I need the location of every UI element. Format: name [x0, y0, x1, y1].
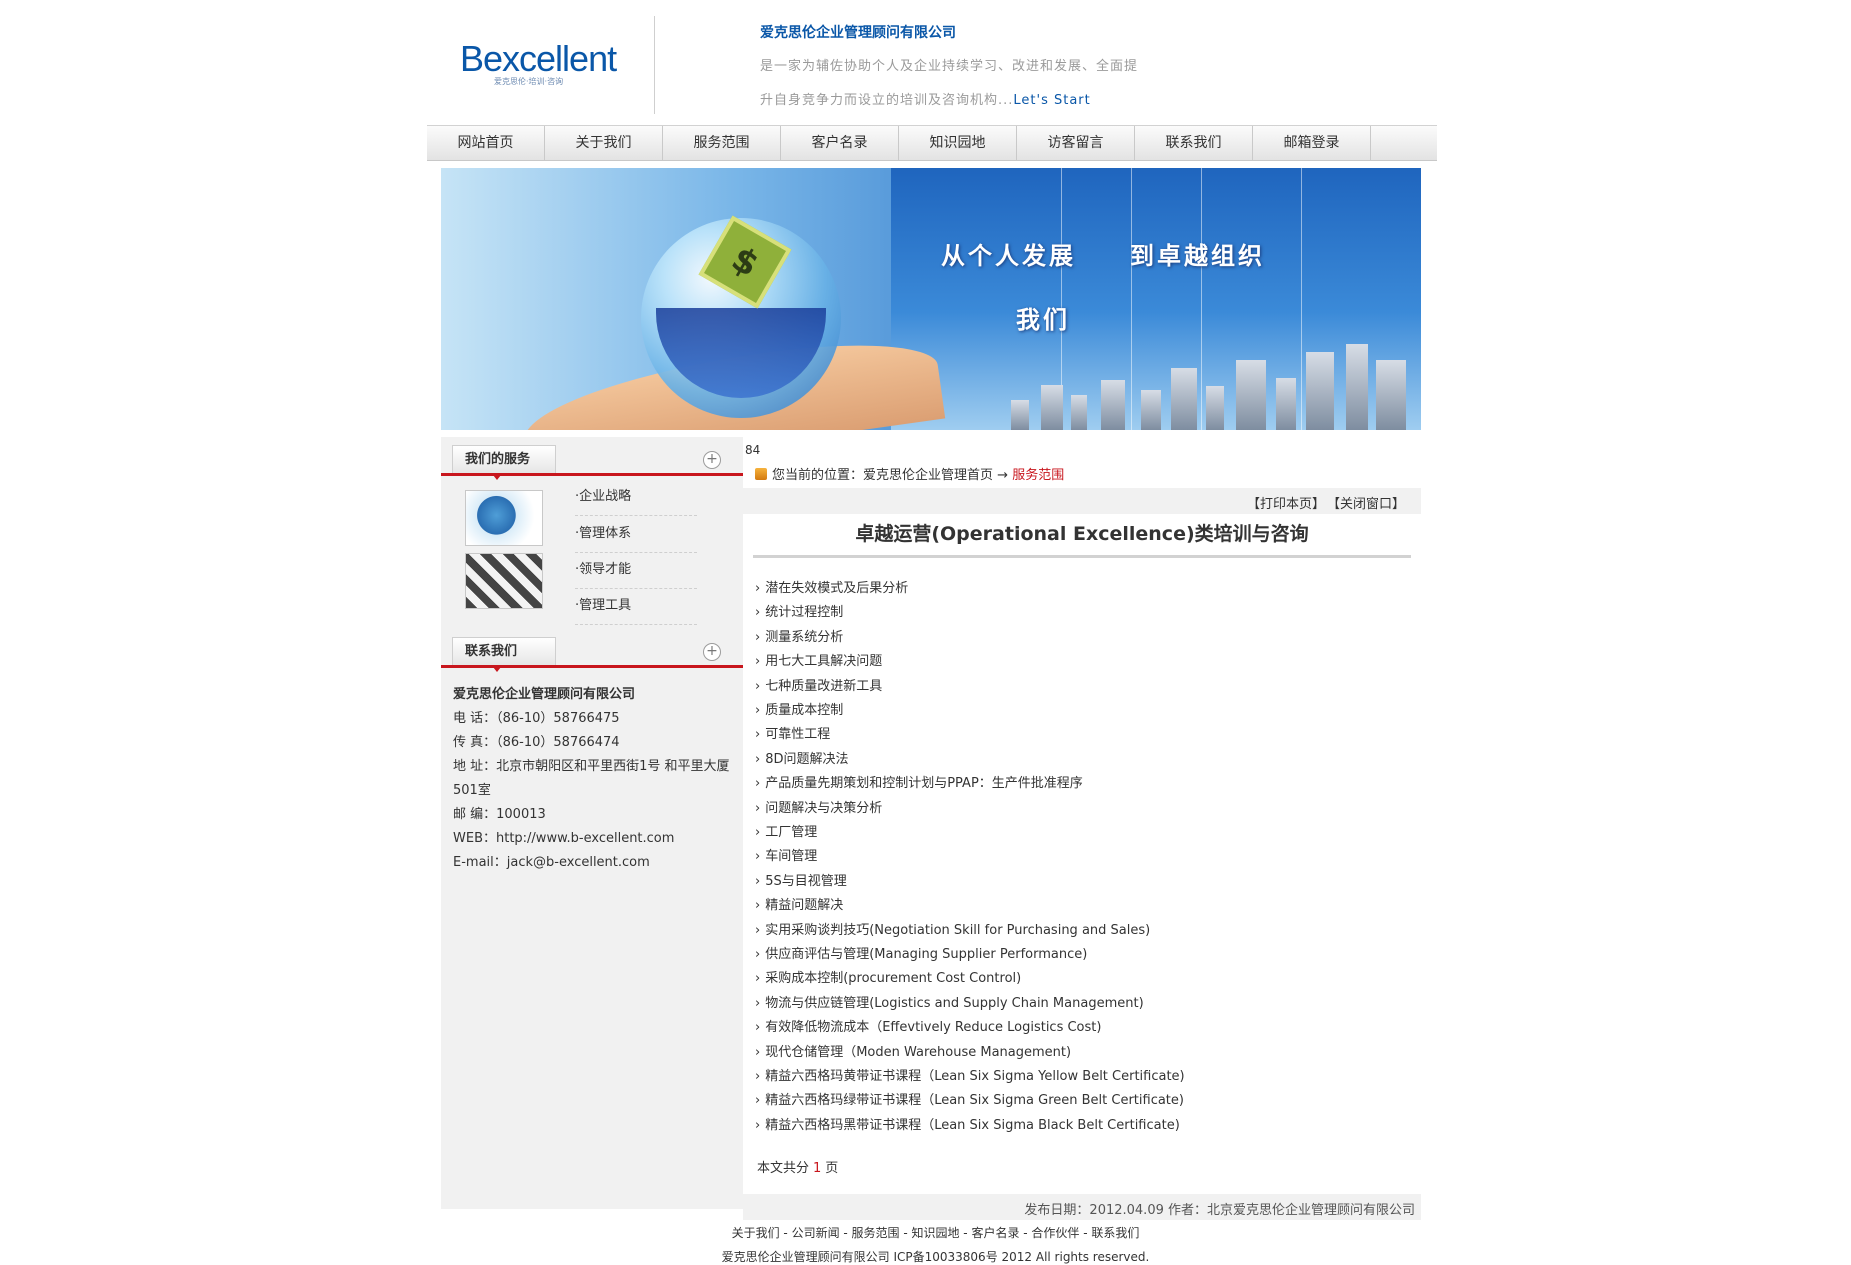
nav-item-guestbook[interactable]: 访客留言: [1017, 126, 1135, 160]
course-list-item[interactable]: 8D问题解决法: [755, 748, 848, 767]
course-list-item[interactable]: 产品质量先期策划和控制计划与PPAP：生产件批准程序: [755, 772, 1083, 791]
course-list-item[interactable]: 统计过程控制: [755, 601, 843, 620]
sidebar: 我们的服务 + ·企业战略 ·管理体系 ·领导才能 ·管理工具 联系我们 + 爱…: [441, 437, 743, 1209]
contact-phone: 电 话：（86-10）58766475: [453, 711, 620, 726]
services-section-title: 我们的服务: [452, 445, 556, 480]
contact-company: 爱克思伦企业管理顾问有限公司: [453, 687, 636, 702]
lets-start-text: Let's Start: [1013, 93, 1091, 108]
contact-fax: 传 真：（86-10）58766474: [453, 735, 620, 750]
banner: $ 从个人发展 到卓越组织 我们: [441, 168, 1421, 430]
header-company-name: 爱克思伦企业管理顾问有限公司: [760, 25, 956, 41]
course-list-item[interactable]: 测量系统分析: [755, 626, 843, 645]
publish-info: 发布日期：2012.04.09 作者：北京爱克思伦企业管理顾问有限公司: [1024, 1203, 1415, 1218]
view-counter: 84: [745, 443, 761, 457]
breadcrumb-home[interactable]: 您当前的位置：爱克思伦企业管理首页: [772, 468, 993, 483]
services-expand-icon[interactable]: +: [703, 451, 721, 469]
globe-thumbnail: [465, 490, 543, 546]
course-list-item[interactable]: 现代仓储管理（Moden Warehouse Management): [755, 1041, 1071, 1060]
course-list-item[interactable]: 质量成本控制: [755, 699, 843, 718]
nav-item-contact[interactable]: 联系我们: [1135, 126, 1253, 160]
logo[interactable]: Bexcellent 爱克思伦·培训·咨询: [460, 38, 617, 87]
course-list-item[interactable]: 精益问题解决: [755, 894, 843, 913]
nav-item-about[interactable]: 关于我们: [545, 126, 663, 160]
intro-line-2: 升自身竞争力而设立的培训及咨询机构...Let's Start: [760, 84, 1160, 118]
service-link-strategy[interactable]: ·企业战略: [575, 479, 697, 516]
home-icon: [755, 468, 767, 480]
course-list-item[interactable]: 可靠性工程: [755, 723, 830, 742]
nav-item-mail-login[interactable]: 邮箱登录: [1253, 126, 1371, 160]
nav-item-knowledge[interactable]: 知识园地: [899, 126, 1017, 160]
course-list-item[interactable]: 物流与供应链管理(Logistics and Supply Chain Mana…: [755, 992, 1143, 1011]
footer-links[interactable]: 关于我们 - 公司新闻 - 服务范围 - 知识园地 - 客户名录 - 合作伙伴 …: [0, 1224, 1851, 1241]
banner-city-skyline: [1001, 338, 1421, 430]
course-list-item[interactable]: 用七大工具解决问题: [755, 650, 882, 669]
breadcrumb: 您当前的位置：爱克思伦企业管理首页 → 服务范围: [755, 464, 1064, 483]
course-list-item[interactable]: 采购成本控制(procurement Cost Control): [755, 967, 1021, 986]
course-list-item[interactable]: 5S与目视管理: [755, 870, 847, 889]
footer-copyright: 爱克思伦企业管理顾问有限公司 ICP备10033806号 2012 All ri…: [721, 1250, 1150, 1264]
intro-line-2-text: 升自身竞争力而设立的培训及咨询机构...: [760, 93, 1014, 108]
contact-section-title: 联系我们: [452, 637, 556, 672]
keyboard-thumbnail: [465, 553, 543, 609]
service-link-management-system[interactable]: ·管理体系: [575, 516, 697, 553]
page-count-suffix: 页: [825, 1161, 839, 1176]
print-page-button[interactable]: 【打印本页】: [1247, 493, 1325, 512]
nav-item-home[interactable]: 网站首页: [427, 126, 545, 160]
contact-expand-icon[interactable]: +: [703, 643, 721, 661]
services-section-header: 我们的服务 +: [441, 441, 743, 480]
breadcrumb-current[interactable]: 服务范围: [1012, 468, 1064, 483]
title-divider: [753, 555, 1411, 558]
article-title: 卓越运营(Operational Excellence)类培训与咨询: [855, 523, 1309, 545]
course-list-item[interactable]: 七种质量改进新工具: [755, 675, 882, 694]
banner-slogan-1: 从个人发展 到卓越组织: [941, 241, 1265, 270]
contact-postcode: 邮 编：100013: [453, 807, 546, 822]
course-list-item[interactable]: 精益六西格玛绿带证书课程（Lean Six Sigma Green Belt C…: [755, 1089, 1184, 1108]
banner-slogan-2: 我们: [1016, 305, 1070, 334]
contact-address: 地 址：北京市朝阳区和平里西街1号 和平里大厦501室: [453, 759, 730, 798]
nav-item-services[interactable]: 服务范围: [663, 126, 781, 160]
main-nav: 网站首页 关于我们 服务范围 客户名录 知识园地 访客留言 联系我们 邮箱登录: [427, 125, 1437, 161]
page-count-prefix: 本文共分: [757, 1161, 810, 1176]
course-list-item[interactable]: 潜在失效模式及后果分析: [755, 577, 908, 596]
header-divider: [654, 16, 655, 114]
page-count: 本文共分 1 页: [757, 1157, 838, 1176]
course-list-item[interactable]: 实用采购谈判技巧(Negotiation Skill for Purchasin…: [755, 919, 1150, 938]
header-intro: 是一家为辅佐协助个人及企业持续学习、改进和发展、全面提 升自身竞争力而设立的培训…: [760, 50, 1160, 118]
course-list-item[interactable]: 有效降低物流成本（Effevtively Reduce Logistics Co…: [755, 1016, 1101, 1035]
publish-bar: 发布日期：2012.04.09 作者：北京爱克思伦企业管理顾问有限公司: [743, 1194, 1421, 1220]
course-list-item[interactable]: 精益六西格玛黄带证书课程（Lean Six Sigma Yellow Belt …: [755, 1065, 1184, 1084]
course-list-item[interactable]: 车间管理: [755, 845, 817, 864]
page-number-link[interactable]: 1: [813, 1161, 821, 1176]
service-link-management-tools[interactable]: ·管理工具: [575, 588, 697, 625]
article-toolbar: 【打印本页】 【关闭窗口】: [743, 488, 1421, 514]
course-list-item[interactable]: 问题解决与决策分析: [755, 797, 882, 816]
course-list-item[interactable]: 精益六西格玛黑带证书课程（Lean Six Sigma Black Belt C…: [755, 1114, 1180, 1133]
contact-section-header: 联系我们 +: [441, 633, 743, 672]
contact-info: 爱克思伦企业管理顾问有限公司 电 话：（86-10）58766475 传 真：（…: [453, 683, 738, 875]
page: Bexcellent 爱克思伦·培训·咨询 爱克思伦企业管理顾问有限公司 是一家…: [0, 0, 1851, 1264]
course-list-item[interactable]: 工厂管理: [755, 821, 817, 840]
nav-item-clients[interactable]: 客户名录: [781, 126, 899, 160]
service-link-leadership[interactable]: ·领导才能: [575, 552, 697, 589]
breadcrumb-arrow: →: [997, 468, 1009, 483]
course-list-item[interactable]: 供应商评估与管理(Managing Supplier Performance): [755, 943, 1087, 962]
contact-email[interactable]: E-mail：jack@b-excellent.com: [453, 851, 738, 875]
logo-text: Bexcellent: [460, 38, 617, 79]
intro-line-1: 是一家为辅佐协助个人及企业持续学习、改进和发展、全面提: [760, 59, 1139, 74]
contact-web[interactable]: WEB：http://www.b-excellent.com: [453, 827, 738, 851]
close-window-button[interactable]: 【关闭窗口】: [1327, 493, 1405, 512]
main-content: 84 您当前的位置：爱克思伦企业管理首页 → 服务范围 【打印本页】 【关闭窗口…: [743, 437, 1421, 1220]
